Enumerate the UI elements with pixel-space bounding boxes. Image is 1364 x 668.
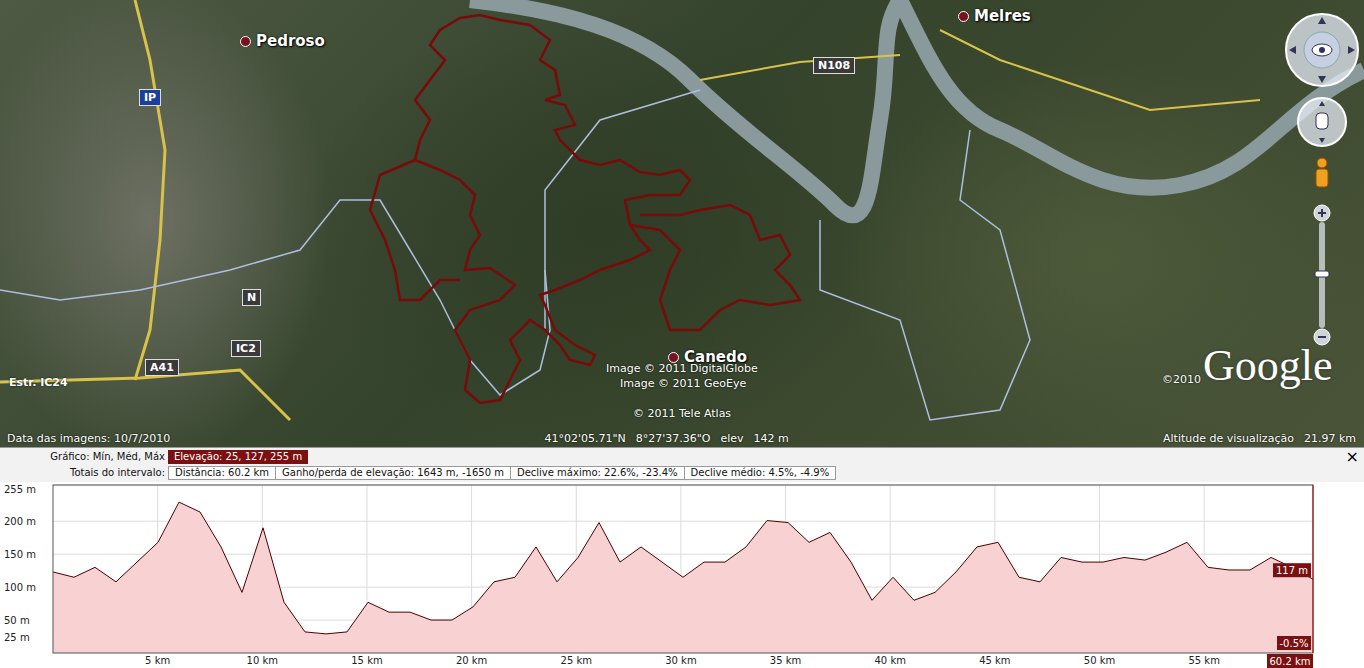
place-dot-icon	[958, 11, 969, 22]
elevation-chart[interactable]: 255 m 200 m 150 m 100 m 50 m 25 m 5 km 10 km 15 …	[0, 482, 1364, 668]
svg-text:45 km: 45 km	[979, 655, 1010, 666]
google-logo: Google	[1203, 340, 1333, 391]
river	[470, 0, 900, 215]
svg-text:55 km: 55 km	[1188, 655, 1219, 666]
total-stat: Ganho/perda de elevação: 1643 m, -1650 m	[275, 466, 511, 480]
place-label[interactable]: Melres	[958, 7, 1031, 25]
road	[940, 30, 1260, 110]
svg-text:10 km: 10 km	[247, 655, 278, 666]
move-control-icon[interactable]	[1298, 98, 1346, 146]
graph-value[interactable]: Elevação: 25, 127, 255 m	[168, 450, 308, 464]
road-label: IP	[139, 89, 161, 106]
track[interactable]	[415, 15, 690, 403]
river	[900, 0, 1364, 188]
plot-border	[53, 485, 1313, 653]
status-bar: Data das imagens: 10/7/2010 41°02'05.71"N…	[0, 432, 1364, 445]
cursor[interactable]: 117 m -0.5% 60.2 km	[1267, 485, 1313, 668]
road-label: A41	[145, 359, 179, 376]
graph-label: Gráfico: Mín, Méd, Máx	[0, 450, 168, 464]
navigation-controls[interactable]	[1274, 0, 1364, 360]
total-stat: Declive médio: 4.5%, -4.9%	[684, 466, 837, 480]
road	[700, 55, 900, 80]
road-label: N108	[813, 57, 855, 74]
track[interactable]	[630, 205, 800, 330]
svg-text:30 km: 30 km	[665, 655, 696, 666]
svg-text:35 km: 35 km	[770, 655, 801, 666]
elevation-area	[53, 502, 1313, 653]
svg-text:25 km: 25 km	[561, 655, 592, 666]
cursor-slope-badge	[1277, 636, 1311, 650]
svg-text:25 m: 25 m	[4, 632, 30, 643]
svg-text:15 km: 15 km	[351, 655, 382, 666]
cursor-elevation-badge	[1273, 563, 1311, 577]
boundary	[0, 200, 550, 395]
look-control-icon[interactable]	[1286, 14, 1358, 86]
street-view-icon[interactable]	[1316, 158, 1328, 187]
svg-text:100 m: 100 m	[4, 582, 36, 593]
y-tick: 255 m	[4, 484, 1313, 495]
imagery-date: Data das imagens: 10/7/2010	[7, 432, 170, 445]
imagery-credit: Image © 2011 GeoEye	[620, 377, 746, 390]
road-label: Estr. IC24	[5, 375, 72, 390]
imagery-credit: © 2011 Tele Atlas	[633, 407, 731, 420]
google-earth-window: PedrosoMelresCanedoIPN108NIC2A41Estr. IC…	[0, 0, 1364, 668]
plot-area	[53, 485, 1313, 653]
svg-text:255 m: 255 m	[4, 484, 36, 495]
road-label: IC2	[231, 340, 261, 357]
x-end-badge	[1267, 654, 1313, 668]
svg-text:60.2 km: 60.2 km	[1270, 656, 1311, 667]
road	[0, 370, 290, 420]
svg-text:5 km: 5 km	[145, 655, 170, 666]
place-dot-icon	[668, 352, 679, 363]
svg-text:50 m: 50 m	[4, 615, 30, 626]
place-dot-icon	[240, 36, 251, 47]
total-stat: Distância: 60.2 km	[168, 466, 276, 480]
imagery-credit: Image © 2011 DigitalGlobe	[606, 362, 758, 375]
profile-header: Gráfico: Mín, Méd, MáxElevação: 25, 127,…	[0, 448, 1364, 482]
logo-copyright: ©2010	[1162, 373, 1201, 386]
cursor-coordinates: 41°02'05.71"N8°27'37.36"Oelev142 m	[544, 432, 788, 445]
svg-text:200 m: 200 m	[4, 516, 36, 527]
boundary	[820, 130, 1030, 420]
road	[135, 0, 165, 380]
svg-text:40 km: 40 km	[874, 655, 905, 666]
svg-text:20 km: 20 km	[456, 655, 487, 666]
svg-text:117 m: 117 m	[1276, 565, 1308, 576]
svg-text:150 m: 150 m	[4, 549, 36, 560]
elevation-profile-panel: Gráfico: Mín, Méd, MáxElevação: 25, 127,…	[0, 447, 1364, 668]
elevation-line	[53, 502, 1313, 634]
zoom-slider-icon[interactable]	[1314, 205, 1330, 345]
eye-altitude: Altitude de visualização21.97 km	[1163, 432, 1356, 445]
close-button[interactable]: ×	[1343, 449, 1362, 465]
elevation-series	[53, 502, 1313, 653]
svg-text:-0.5%: -0.5%	[1279, 638, 1308, 649]
totals-label: Totais do intervalo:	[0, 466, 168, 480]
place-label[interactable]: Pedroso	[240, 32, 325, 50]
svg-text:50 km: 50 km	[1084, 655, 1115, 666]
map-view[interactable]: PedrosoMelresCanedoIPN108NIC2A41Estr. IC…	[0, 0, 1364, 447]
track[interactable]	[370, 160, 460, 300]
road-label: N	[242, 289, 261, 306]
total-stat: Declive máximo: 22.6%, -23.4%	[510, 466, 685, 480]
